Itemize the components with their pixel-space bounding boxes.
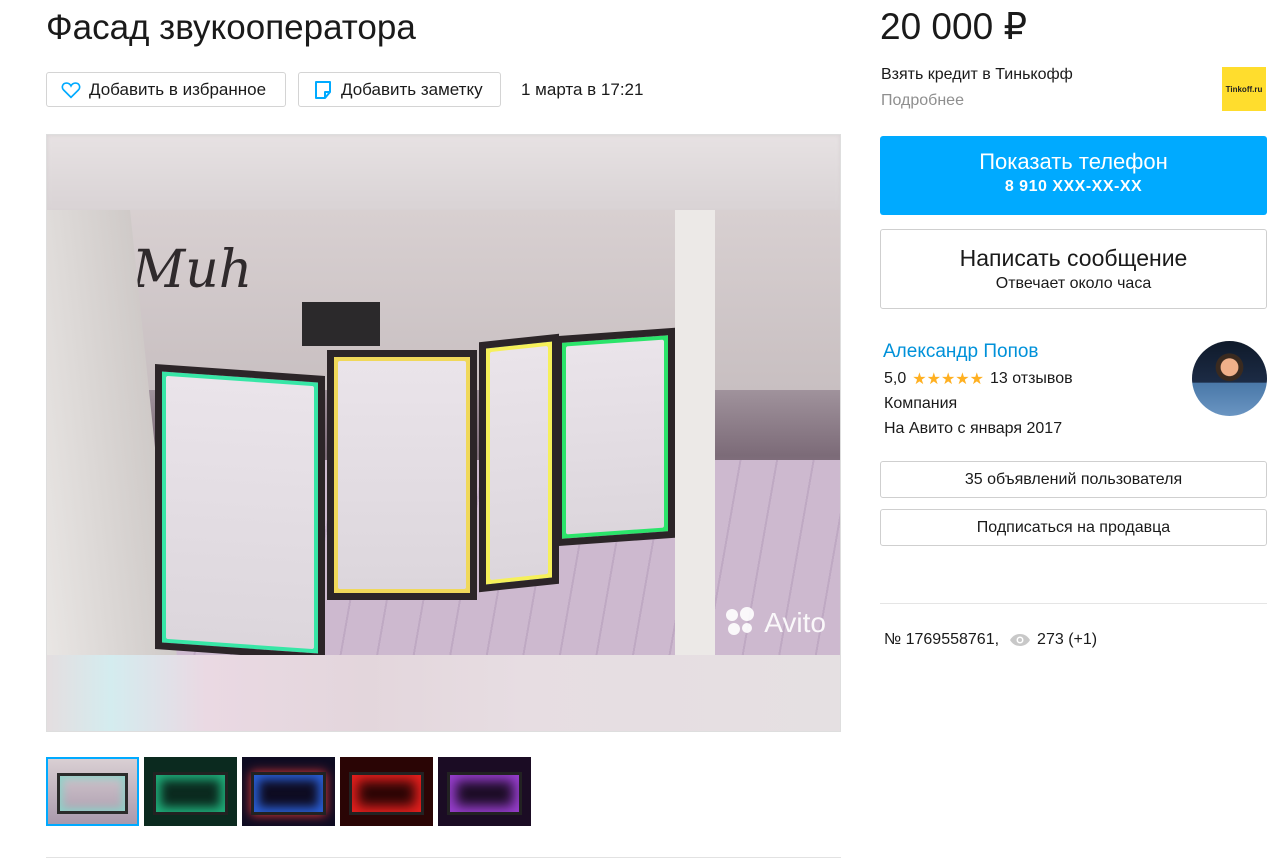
add-favorite-button[interactable]: Добавить в избранное [46,72,286,107]
user-ads-label: 35 объявлений пользователя [964,470,1183,488]
dj-panel-1 [155,364,325,657]
show-phone-button[interactable]: Показать телефон 8 910 XXX-XX-XX [880,136,1267,215]
subscribe-label: Подписаться на продавца [976,518,1171,536]
rating-value: 5,0 [884,370,907,387]
reviews-count: 13 отзывов [989,370,1073,387]
photo-blur-bottom [47,655,840,731]
main-photo[interactable]: Muh Avito [47,210,840,657]
write-message-label: Написать сообщение [959,245,1188,271]
price: 20 000 ₽ [880,6,1027,47]
avito-logo-icon [726,607,758,639]
thumbnail-4[interactable] [340,757,433,826]
watermark-text: Avito [764,607,826,638]
credit-more-link[interactable]: Подробнее [881,92,964,110]
photo-blur-top [47,135,840,210]
photo-pillar-right [675,210,715,657]
phone-number-masked: 8 910 XXX-XX-XX [1004,178,1143,195]
subscribe-seller-button[interactable]: Подписаться на продавца [880,509,1267,546]
avito-watermark: Avito [726,607,826,639]
listing-date: 1 марта в 17:21 [521,80,644,99]
seller-avatar[interactable] [1192,341,1267,416]
thumbnail-2[interactable] [144,757,237,826]
dj-panel-4 [555,327,675,547]
views-count: 273 (+1) [1037,631,1098,648]
dj-panel-2 [327,350,477,600]
add-note-button[interactable]: Добавить заметку [298,72,501,107]
thumbnail-5[interactable] [438,757,531,826]
seller-type: Компания [884,395,958,412]
main-photo-gallery[interactable]: Muh Avito [46,134,841,732]
photo-wall-sign: Muh [132,240,253,300]
credit-offer-title[interactable]: Взять кредит в Тинькофф [881,66,1073,84]
write-message-button[interactable]: Написать сообщение Отвечает около часа [880,229,1267,309]
response-time: Отвечает около часа [995,275,1152,292]
dj-panel-3 [479,333,559,593]
add-favorite-label: Добавить в избранное [89,79,267,99]
photo-laptop [302,302,380,346]
eye-icon [1010,634,1031,646]
ad-meta: № 1769558761, 273 (+1) [884,631,1097,649]
rating-stars-icon: ★★★★★ [912,371,984,388]
ad-number: № 1769558761, [884,631,1000,648]
seller-rating[interactable]: 5,0 ★★★★★ 13 отзывов [884,369,1073,389]
note-icon [315,80,331,99]
add-note-label: Добавить заметку [341,79,483,99]
thumbnail-strip [46,757,531,826]
sidebar-divider [880,603,1267,604]
tinkoff-logo-text: Tinkoff.ru [1225,84,1263,94]
seller-name-link[interactable]: Александр Попов [883,341,1039,363]
user-ads-button[interactable]: 35 объявлений пользователя [880,461,1267,498]
tinkoff-logo[interactable]: Tinkoff.ru [1222,67,1266,111]
seller-since: На Авито с января 2017 [884,420,1063,437]
heart-icon [61,81,81,99]
content-divider [46,857,841,858]
thumbnail-1[interactable] [46,757,139,826]
page-title: Фасад звукооператора [46,8,416,47]
show-phone-label: Показать телефон [979,149,1168,174]
thumbnail-3[interactable] [242,757,335,826]
